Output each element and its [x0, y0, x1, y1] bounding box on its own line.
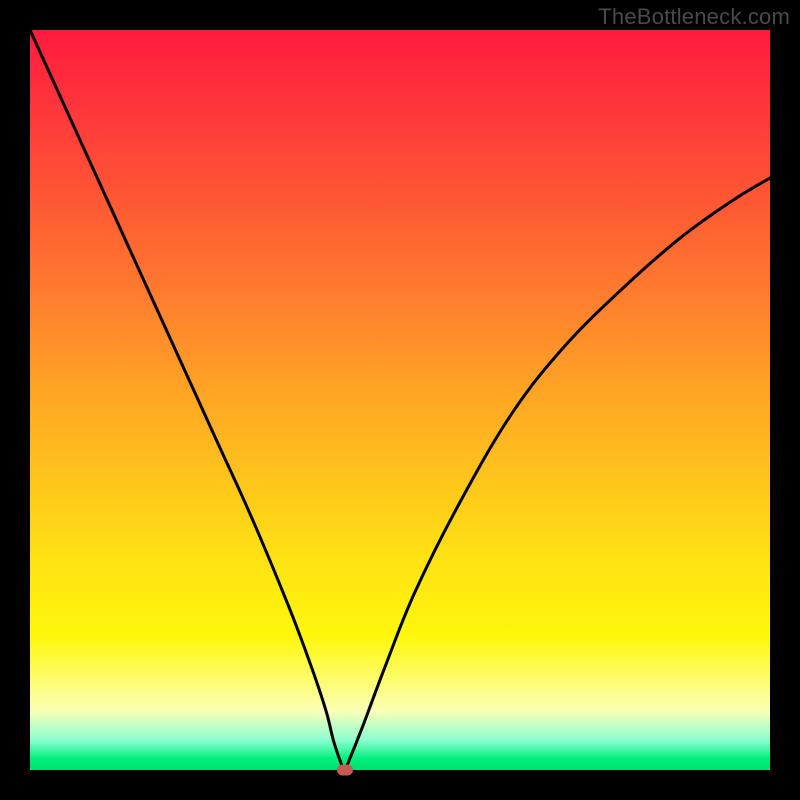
- plot-area: [30, 30, 770, 770]
- watermark-text: TheBottleneck.com: [598, 4, 790, 30]
- bottleneck-curve: [30, 30, 770, 770]
- chart-frame: TheBottleneck.com: [0, 0, 800, 800]
- minimum-marker: [337, 765, 353, 776]
